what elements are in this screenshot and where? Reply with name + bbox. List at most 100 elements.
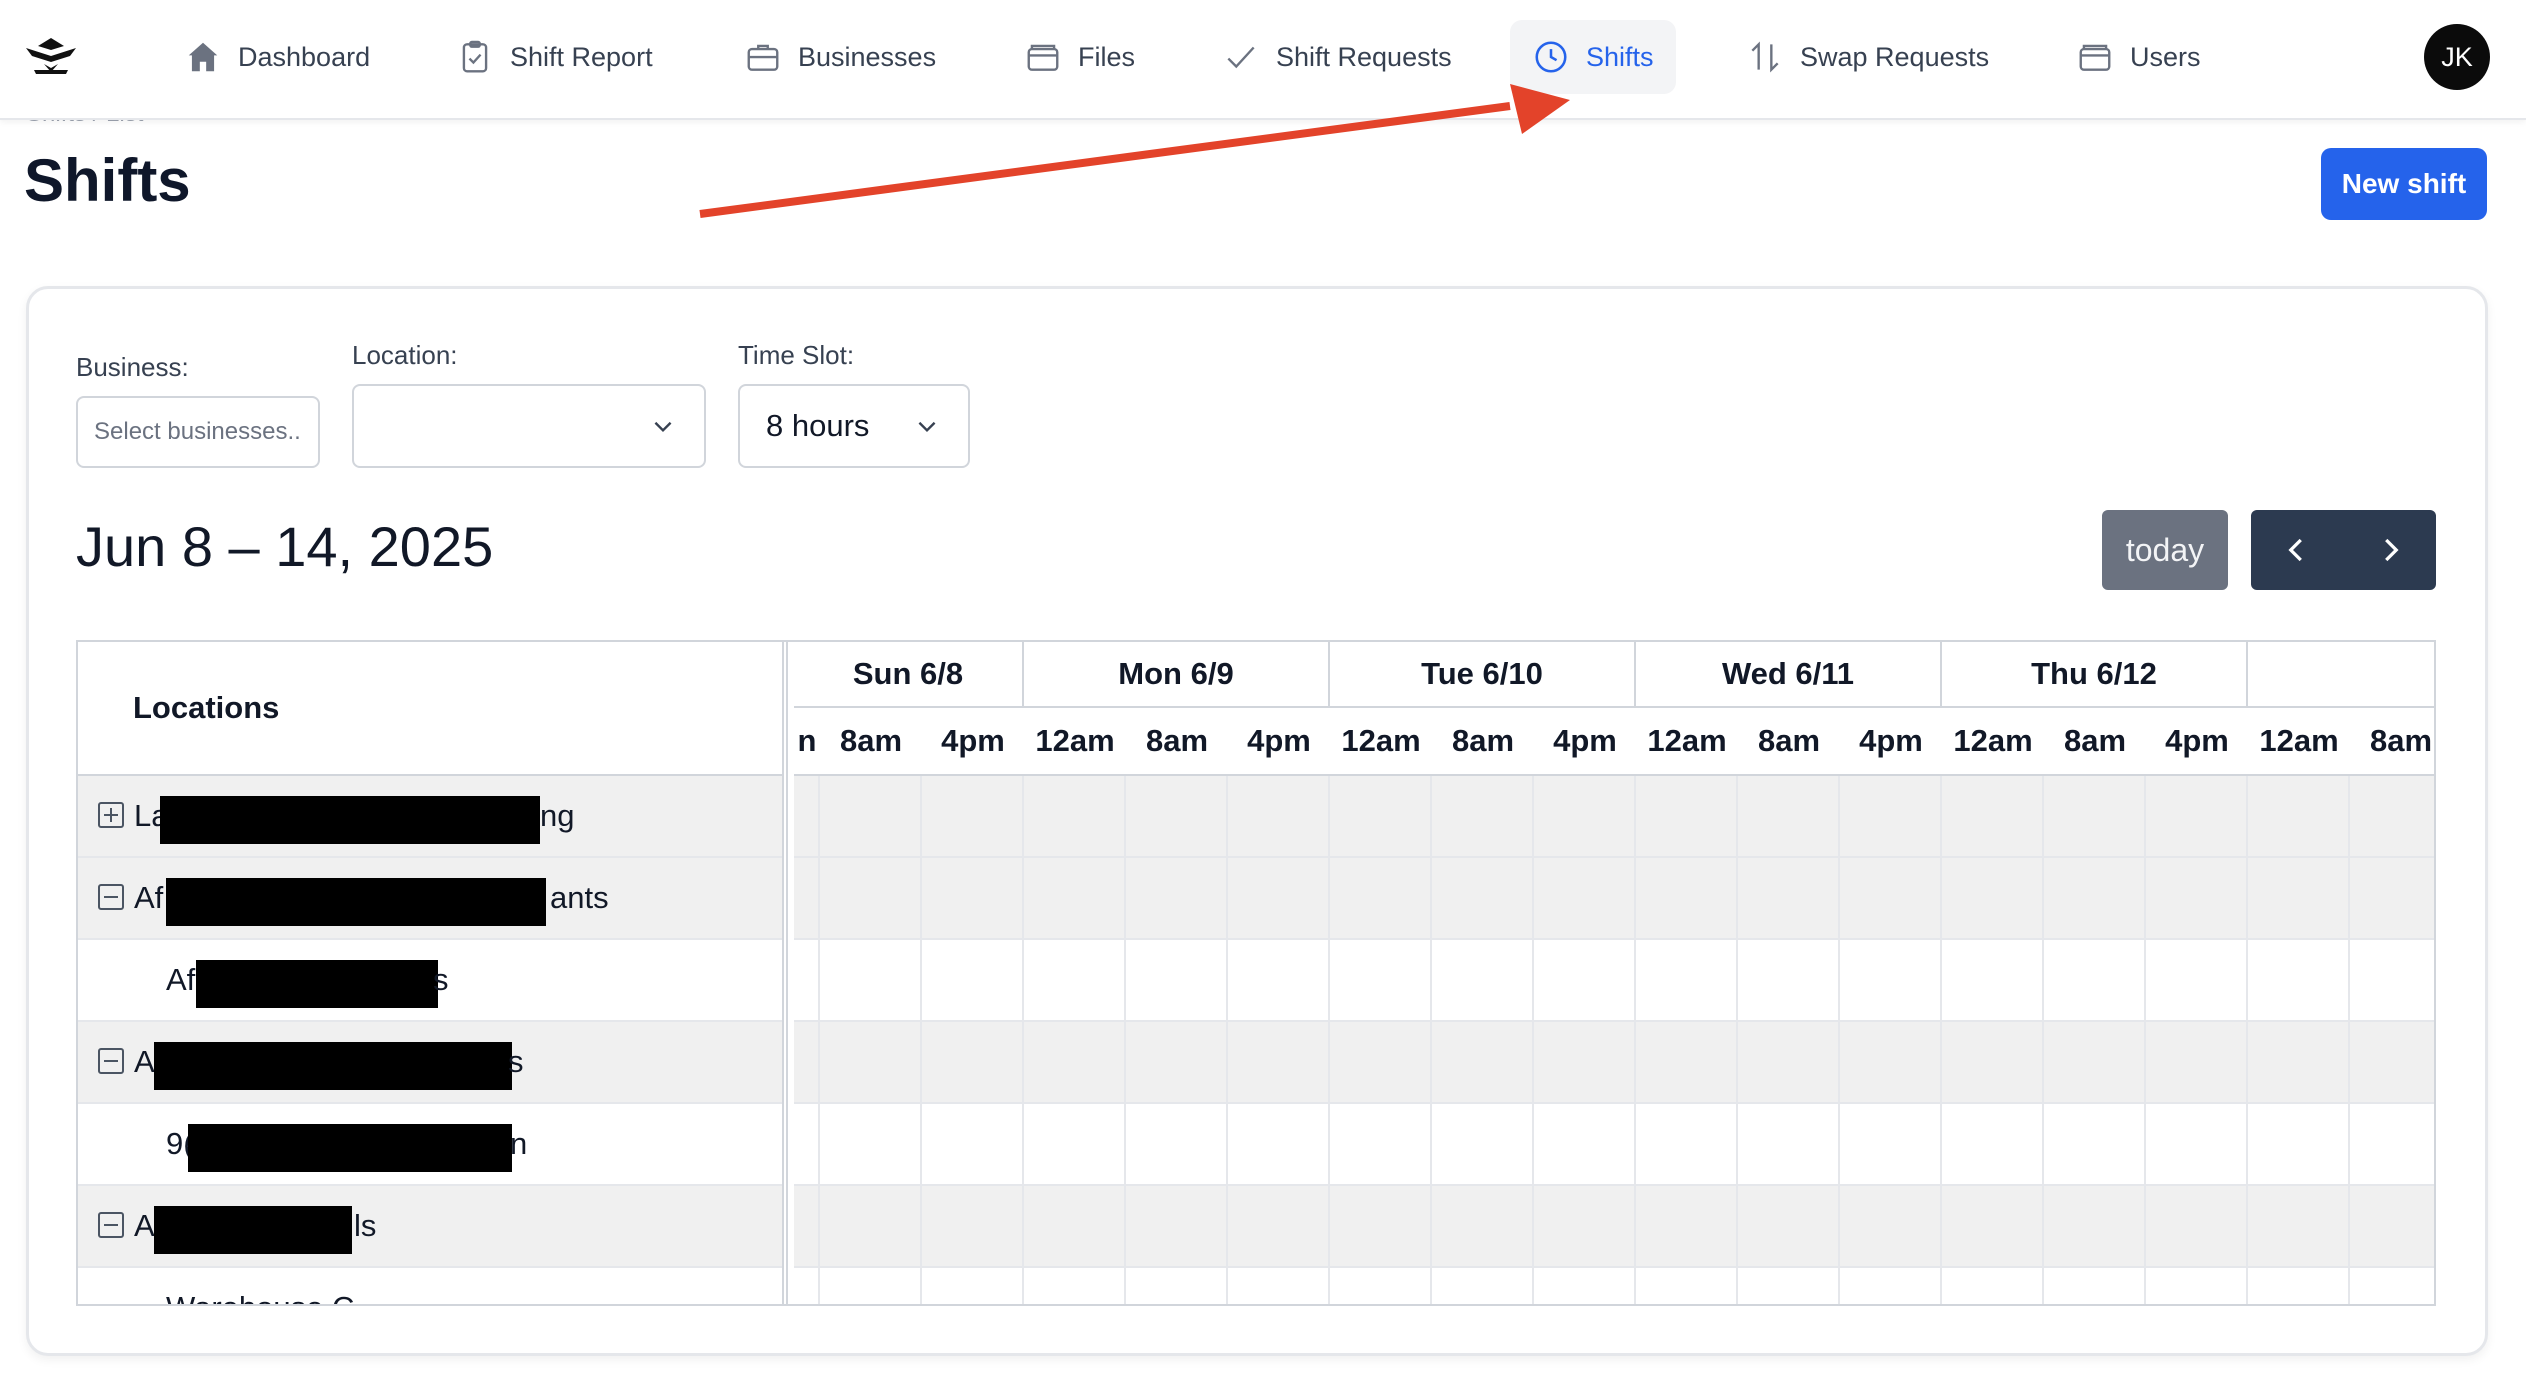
redaction-bar: [188, 1124, 512, 1172]
nav-shift-requests-label: Shift Requests: [1276, 41, 1452, 72]
day-header: Fri 6/1: [2248, 642, 2434, 708]
slot-divider: [1736, 776, 1738, 1304]
time-slot-header: 4pm: [1228, 708, 1330, 776]
folder-icon: [1027, 44, 1059, 71]
nav-swap-requests[interactable]: Swap Requests: [1724, 20, 2011, 94]
day-header: Wed 6/11: [1636, 642, 1942, 708]
location-group-row[interactable]: Als: [78, 1186, 782, 1268]
today-button[interactable]: today: [2102, 510, 2228, 590]
nav-files[interactable]: Files: [1002, 20, 1157, 94]
slot-divider: [818, 776, 820, 1304]
location-child-row[interactable]: Af s: [78, 940, 782, 1022]
nav-businesses-label: Businesses: [798, 41, 937, 72]
location-group-row[interactable]: Af ants: [78, 858, 782, 940]
location-label: Location:: [352, 340, 458, 370]
slot-divider: [1940, 776, 1942, 1304]
business-label: Business:: [76, 352, 189, 382]
slot-divider: [1124, 776, 1126, 1304]
time-slot-header: 12am: [1330, 708, 1432, 776]
timeslot-value: 8 hours: [766, 408, 870, 443]
timeline-row[interactable]: [794, 1104, 2434, 1186]
expand-icon[interactable]: [98, 802, 124, 828]
slot-divider: [2246, 776, 2248, 1304]
location-child-row[interactable]: Warehouse C: [78, 1268, 782, 1304]
chevron-left-icon: [2288, 538, 2303, 562]
timeline-row[interactable]: [794, 1022, 2434, 1104]
slot-divider: [1022, 776, 1024, 1304]
eagle-logo-icon[interactable]: [20, 26, 82, 88]
location-name-end: s: [508, 1044, 524, 1079]
collapse-icon[interactable]: [98, 884, 124, 910]
time-slot-header: 8am: [2350, 708, 2434, 776]
timeline-row[interactable]: [794, 858, 2434, 940]
nav-dashboard[interactable]: Dashboard: [162, 20, 392, 94]
page-title: Shifts: [24, 147, 191, 214]
slot-divider: [2144, 776, 2146, 1304]
time-slot-header: 4pm: [1534, 708, 1636, 776]
time-slot-header: 8am: [1432, 708, 1534, 776]
time-slot-header: 4pm: [922, 708, 1024, 776]
timeline-row[interactable]: [794, 776, 2434, 858]
time-slot-header: 12am: [1636, 708, 1738, 776]
redaction-bar: [154, 1206, 352, 1254]
nav-dashboard-label: Dashboard: [238, 41, 371, 72]
home-icon: [188, 42, 218, 72]
time-slot-header: 8am: [1126, 708, 1228, 776]
nav-users-label: Users: [2130, 41, 2201, 72]
user-avatar[interactable]: JK: [2424, 24, 2490, 90]
location-name-end: ng: [540, 798, 575, 833]
timeline-row[interactable]: [794, 1186, 2434, 1268]
slot-divider: [1532, 776, 1534, 1304]
timeslot-label: Time Slot:: [738, 340, 855, 370]
business-select[interactable]: Select businesses..: [76, 396, 320, 468]
locations-header: Locations: [78, 642, 782, 776]
slot-divider: [1328, 776, 1330, 1304]
top-nav: Dashboard Shift Report Businesses Files …: [0, 0, 2526, 120]
slot-divider: [2348, 776, 2350, 1304]
redaction-bar: [154, 1042, 512, 1090]
location-name-start: A: [134, 1208, 155, 1243]
location-child-row[interactable]: 9(n: [78, 1104, 782, 1186]
clipboard-icon: [462, 40, 488, 73]
time-slot-header: 8am: [820, 708, 922, 776]
nav-users[interactable]: Users: [2054, 20, 2223, 94]
time-slot-header: n: [794, 708, 820, 776]
timeline-row[interactable]: [794, 1268, 2434, 1304]
time-slot-header: 8am: [1738, 708, 1840, 776]
new-shift-button[interactable]: New shift: [2321, 148, 2487, 220]
day-header: Thu 6/12: [1942, 642, 2248, 708]
slot-divider: [1634, 776, 1636, 1304]
timeline-row[interactable]: [794, 940, 2434, 1022]
location-name-start: Af: [166, 962, 196, 997]
shift-timeline-grid: n 8am 4pm 12am 8am 4pm 12am 8am 4pm 12am 8am 4pm 12a…: [76, 640, 2436, 1306]
redaction-bar: [166, 878, 546, 926]
nav-shift-requests[interactable]: Shift Requests: [1200, 20, 1474, 94]
chevron-down-icon: [918, 421, 936, 433]
slot-divider: [1838, 776, 1840, 1304]
location-group-row[interactable]: As: [78, 1022, 782, 1104]
slot-divider: [1226, 776, 1228, 1304]
week-navigation: [2251, 510, 2436, 590]
clock-icon: [1535, 41, 1567, 73]
location-select[interactable]: [352, 384, 706, 468]
collapse-icon[interactable]: [98, 1212, 124, 1238]
prev-week-button[interactable]: [2251, 510, 2344, 590]
timeslot-select[interactable]: 8 hours: [738, 384, 970, 468]
collapse-icon[interactable]: [98, 1048, 124, 1074]
timeline-area: n 8am 4pm 12am 8am 4pm 12am 8am 4pm 12am 8am 4pm 12a…: [794, 642, 2434, 1304]
nav-shifts-label: Shifts: [1586, 41, 1654, 72]
nav-swap-requests-label: Swap Requests: [1800, 41, 1990, 72]
time-slot-header: 8am: [2044, 708, 2146, 776]
chevron-right-icon: [2384, 538, 2399, 562]
nav-files-label: Files: [1078, 41, 1136, 72]
slot-divider: [2042, 776, 2044, 1304]
nav-shift-report[interactable]: Shift Report: [434, 20, 675, 94]
location-name-end: ants: [550, 880, 609, 915]
next-week-button[interactable]: [2344, 510, 2437, 590]
location-group-row[interactable]: La ng: [78, 776, 782, 858]
nav-businesses[interactable]: Businesses: [722, 20, 958, 94]
check-icon: [1227, 46, 1255, 69]
day-header: Tue 6/10: [1330, 642, 1636, 708]
locations-column: Locations LangAfantsAfsAs9(nAlsWarehouse…: [78, 642, 788, 1304]
nav-shifts[interactable]: Shifts: [1510, 20, 1676, 94]
